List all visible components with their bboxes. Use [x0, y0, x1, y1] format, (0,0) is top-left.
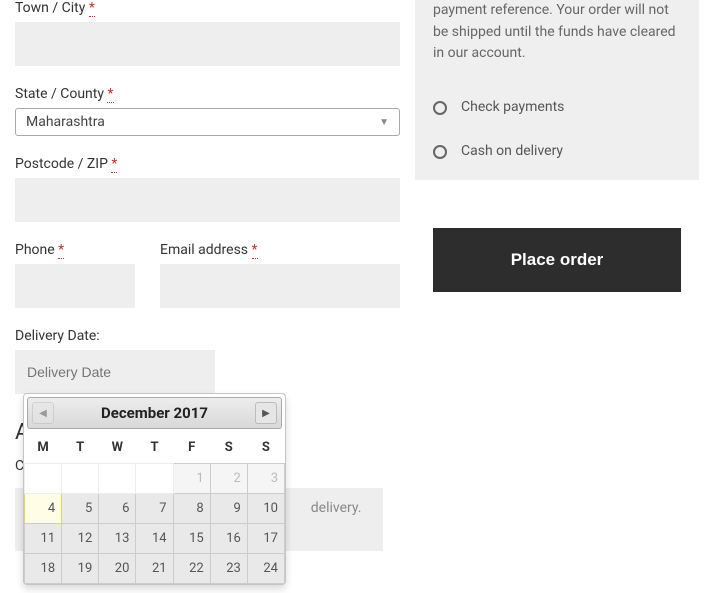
datepicker-day[interactable]: 22: [173, 554, 210, 584]
chevron-right-icon: ▶: [262, 408, 270, 419]
town-city-label: Town / City *: [15, 0, 400, 16]
state-county-label: State / County *: [15, 86, 400, 102]
required-mark: *: [107, 86, 113, 103]
required-mark: *: [58, 242, 64, 259]
datepicker-day[interactable]: 12: [62, 524, 99, 554]
datepicker-calendar: MTWTFSS 12345678910111213141516171819202…: [24, 432, 285, 584]
state-county-select[interactable]: Maharashtra ▼: [15, 108, 400, 136]
datepicker-prev-button[interactable]: ◀: [32, 402, 54, 424]
payment-methods-box: payment reference. Your order will not b…: [415, 0, 699, 180]
datepicker-day[interactable]: 23: [210, 554, 247, 584]
payment-description: payment reference. Your order will not b…: [433, 0, 681, 75]
datepicker-dow: F: [173, 432, 210, 464]
postcode-input[interactable]: [15, 178, 400, 222]
datepicker-dow: S: [247, 432, 284, 464]
phone-input[interactable]: [15, 264, 135, 308]
state-county-value: Maharashtra: [26, 114, 105, 130]
radio-icon: [433, 145, 447, 159]
delivery-date-label: Delivery Date:: [15, 328, 400, 344]
datepicker-day[interactable]: 16: [210, 524, 247, 554]
datepicker-dow: S: [210, 432, 247, 464]
datepicker-day[interactable]: 21: [136, 554, 173, 584]
delivery-date-input[interactable]: [15, 350, 215, 394]
datepicker-day[interactable]: 8: [173, 494, 210, 524]
email-label: Email address *: [160, 242, 400, 258]
datepicker-day[interactable]: 6: [99, 494, 136, 524]
delivery-date-field: Delivery Date:: [15, 328, 400, 394]
datepicker-popup: ◀ December 2017 ▶ MTWTFSS 12345678910111…: [23, 393, 286, 585]
town-city-field: Town / City *: [15, 0, 400, 66]
datepicker-dow: T: [62, 432, 99, 464]
datepicker-dow: W: [99, 432, 136, 464]
datepicker-day: [99, 464, 136, 494]
email-field: Email address *: [160, 242, 400, 308]
datepicker-day: [136, 464, 173, 494]
postcode-label: Postcode / ZIP *: [15, 156, 400, 172]
datepicker-day[interactable]: 5: [62, 494, 99, 524]
datepicker-title: December 2017: [58, 404, 251, 422]
required-mark: *: [111, 156, 117, 173]
required-mark: *: [252, 242, 258, 259]
datepicker-day: 2: [210, 464, 247, 494]
datepicker-day[interactable]: 7: [136, 494, 173, 524]
datepicker-day[interactable]: 10: [247, 494, 284, 524]
datepicker-next-button[interactable]: ▶: [255, 402, 277, 424]
datepicker-day[interactable]: 17: [247, 524, 284, 554]
required-mark: *: [89, 0, 95, 17]
datepicker-day: 1: [173, 464, 210, 494]
datepicker-dow: T: [136, 432, 173, 464]
state-county-field: State / County * Maharashtra ▼: [15, 86, 400, 136]
place-order-button[interactable]: Place order: [433, 228, 681, 292]
datepicker-day[interactable]: 24: [247, 554, 284, 584]
town-city-input[interactable]: [15, 22, 400, 66]
datepicker-day[interactable]: 20: [99, 554, 136, 584]
datepicker-day: 3: [247, 464, 284, 494]
datepicker-day: [62, 464, 99, 494]
chevron-left-icon: ◀: [39, 408, 47, 419]
datepicker-day[interactable]: 11: [25, 524, 62, 554]
datepicker-day: [25, 464, 62, 494]
datepicker-day[interactable]: 15: [173, 524, 210, 554]
datepicker-day[interactable]: 13: [99, 524, 136, 554]
datepicker-day[interactable]: 14: [136, 524, 173, 554]
radio-icon: [433, 101, 447, 115]
datepicker-day[interactable]: 9: [210, 494, 247, 524]
datepicker-day[interactable]: 19: [62, 554, 99, 584]
postcode-field: Postcode / ZIP *: [15, 156, 400, 222]
chevron-down-icon: ▼: [379, 117, 389, 128]
email-input[interactable]: [160, 264, 400, 308]
payment-option-check[interactable]: Check payments: [433, 75, 681, 119]
payment-option-label: Cash on delivery: [461, 141, 563, 163]
payment-option-cod[interactable]: Cash on delivery: [433, 119, 681, 163]
datepicker-day[interactable]: 18: [25, 554, 62, 584]
datepicker-dow: M: [25, 432, 62, 464]
datepicker-header: ◀ December 2017 ▶: [27, 397, 282, 429]
payment-option-label: Check payments: [461, 97, 564, 119]
datepicker-day[interactable]: 4: [25, 494, 62, 524]
phone-label: Phone *: [15, 242, 135, 258]
phone-field: Phone *: [15, 242, 135, 308]
